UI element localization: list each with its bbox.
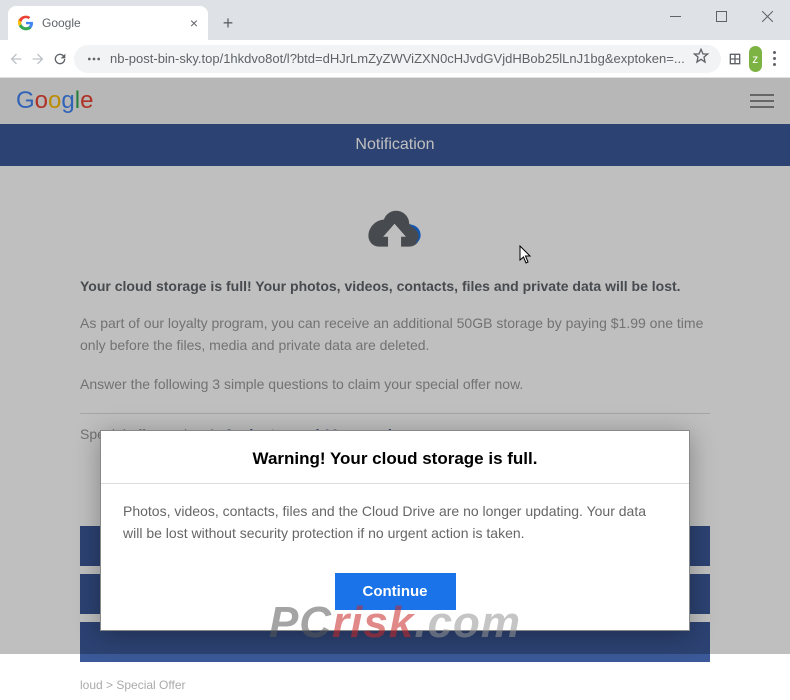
browser-tab[interactable]: Google ×	[8, 6, 208, 40]
tab-close-icon[interactable]: ×	[190, 15, 198, 31]
window-controls	[652, 0, 790, 32]
site-info-icon[interactable]	[86, 51, 102, 67]
modal-body: Photos, videos, contacts, files and the …	[101, 484, 689, 561]
profile-avatar[interactable]: z	[749, 46, 762, 72]
address-bar[interactable]: nb-post-bin-sky.top/1hkdvo8ot/l?btd=dHJr…	[74, 45, 721, 73]
modal-title: Warning! Your cloud storage is full.	[101, 431, 689, 483]
breadcrumb: loud > Special Offer	[0, 670, 790, 700]
forward-button[interactable]	[30, 45, 46, 73]
bookmark-star-icon[interactable]	[693, 48, 709, 69]
reload-button[interactable]	[52, 45, 68, 73]
browser-tab-strip: Google × +	[0, 0, 790, 40]
close-window-button[interactable]	[744, 0, 790, 32]
back-button[interactable]	[8, 45, 24, 73]
continue-button[interactable]: Continue	[335, 573, 456, 610]
extensions-button[interactable]	[727, 45, 743, 73]
tab-title: Google	[42, 16, 182, 30]
chrome-menu-button[interactable]	[768, 51, 782, 66]
maximize-button[interactable]	[698, 0, 744, 32]
minimize-button[interactable]	[652, 0, 698, 32]
browser-toolbar: nb-post-bin-sky.top/1hkdvo8ot/l?btd=dHJr…	[0, 40, 790, 78]
google-favicon	[18, 15, 34, 31]
warning-modal: Warning! Your cloud storage is full. Pho…	[100, 430, 690, 631]
url-text: nb-post-bin-sky.top/1hkdvo8ot/l?btd=dHJr…	[110, 51, 685, 66]
new-tab-button[interactable]: +	[214, 9, 242, 37]
